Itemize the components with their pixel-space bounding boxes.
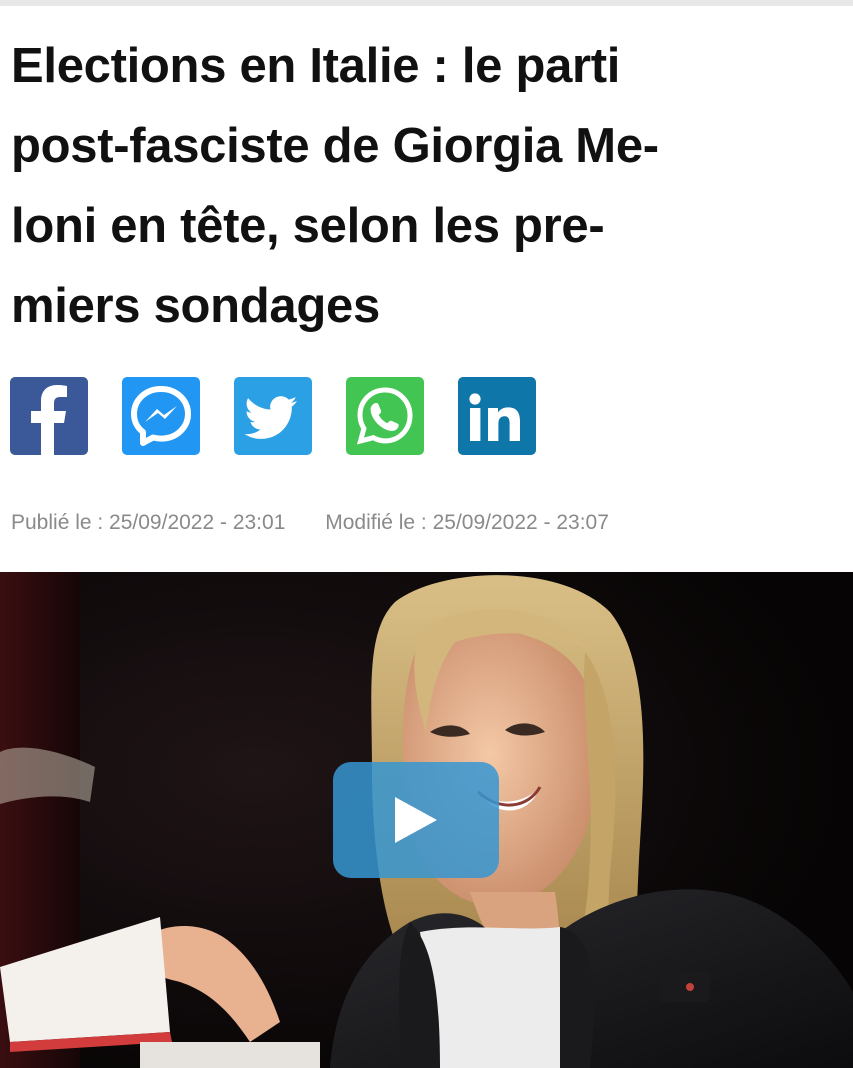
share-facebook-button[interactable] (10, 377, 88, 455)
play-button[interactable] (333, 762, 499, 878)
twitter-icon (244, 396, 297, 439)
published-date: Publié le : 25/09/2022 - 23:01 (11, 511, 286, 534)
share-whatsapp-button[interactable] (346, 377, 424, 455)
video-thumbnail[interactable] (0, 572, 853, 1068)
whatsapp-icon (356, 387, 413, 445)
headline-line: Elections en Italie : le parti (11, 39, 621, 93)
share-messenger-button[interactable] (122, 377, 200, 455)
headline-line: miers sondages (11, 279, 380, 333)
article-headline: Elections en Italie : le parti post-fasc… (11, 26, 841, 346)
facebook-icon (31, 385, 67, 455)
top-strip (0, 0, 853, 6)
share-linkedin-button[interactable] (458, 377, 536, 455)
headline-line: loni en tête, selon les pre- (11, 199, 605, 253)
headline-line: post-fasciste de Giorgia Me- (11, 119, 659, 173)
linkedin-icon (469, 393, 520, 441)
share-bar (10, 377, 536, 455)
share-twitter-button[interactable] (234, 377, 312, 455)
modified-date: Modifié le : 25/09/2022 - 23:07 (325, 511, 609, 534)
article-meta: Publié le : 25/09/2022 - 23:01 Modifié l… (11, 511, 609, 535)
play-icon (395, 797, 437, 843)
messenger-icon (131, 386, 191, 446)
